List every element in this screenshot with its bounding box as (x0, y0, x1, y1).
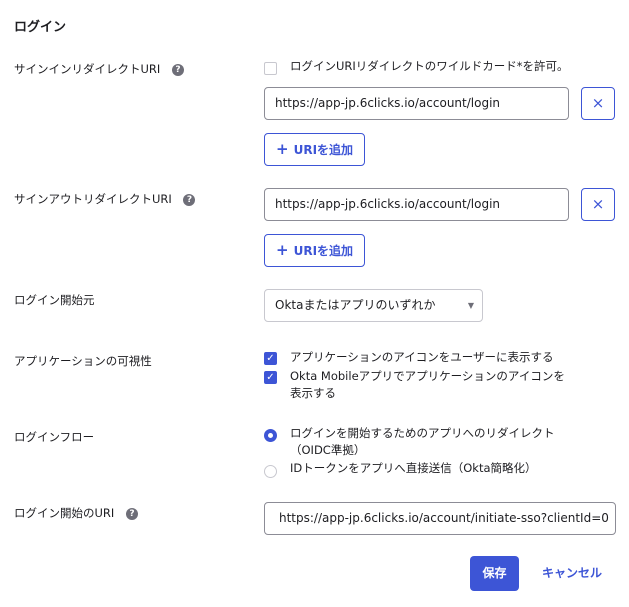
signin-add-uri-label: URIを追加 (293, 143, 354, 157)
plus-icon: + (276, 140, 289, 158)
chevron-down-icon: ▼ (467, 301, 474, 310)
signin-uri-remove-button[interactable]: × (581, 87, 615, 120)
close-icon: × (591, 195, 605, 213)
login-flow-redirect-line1: ログインを開始するためのアプリへのリダイレクト (290, 426, 555, 440)
signin-uri-input[interactable]: https://app-jp.6clicks.io/account/login (264, 87, 569, 120)
login-initiated-label: ログイン開始元 (14, 293, 95, 307)
login-flow-redirect-line2: （OIDC準拠） (290, 443, 366, 457)
visibility-show-icon-label: アプリケーションのアイコンをユーザーに表示する (290, 350, 554, 364)
visibility-show-icon-checkbox[interactable]: ✓ (264, 352, 277, 365)
app-visibility-label: アプリケーションの可視性 (14, 354, 152, 368)
cancel-button[interactable]: キャンセル (542, 556, 602, 591)
visibility-mobile-checkbox[interactable]: ✓ (264, 371, 277, 384)
login-initiated-select[interactable]: Oktaまたはアプリのいずれか ▼ (264, 289, 483, 322)
visibility-mobile-label-line1: Okta Mobileアプリでアプリケーションのアイコンを (290, 369, 565, 383)
signin-add-uri-button[interactable]: + URIを追加 (264, 133, 366, 166)
close-icon: × (591, 94, 605, 112)
initiate-login-uri-label-text: ログイン開始のURI (14, 506, 115, 520)
signin-redirect-label: サインインリダイレクトURI ? (14, 61, 184, 77)
signout-uri-input[interactable]: https://app-jp.6clicks.io/account/login (264, 188, 569, 221)
login-flow-direct-label: IDトークンをアプリへ直接送信（Okta簡略化） (290, 461, 537, 475)
login-flow-redirect-label: ログインを開始するためのアプリへのリダイレクト （OIDC準拠） (290, 425, 555, 459)
signout-add-uri-label: URIを追加 (293, 244, 354, 258)
help-icon[interactable]: ? (171, 64, 184, 76)
login-initiated-value: Oktaまたはアプリのいずれか (275, 298, 436, 312)
login-flow-redirect-radio[interactable] (264, 429, 277, 442)
login-flow-direct-radio[interactable] (264, 465, 277, 478)
save-button[interactable]: 保存 (470, 556, 519, 591)
visibility-mobile-label: Okta Mobileアプリでアプリケーションのアイコンを 表示する (290, 368, 565, 402)
help-icon[interactable]: ? (125, 508, 138, 520)
login-flow-label: ログインフロー (14, 430, 95, 444)
visibility-mobile-label-line2: 表示する (290, 386, 336, 400)
section-title: ログイン (14, 20, 67, 35)
wildcard-label: ログインURIリダイレクトのワイルドカード*を許可。 (290, 59, 569, 73)
wildcard-checkbox[interactable] (264, 62, 277, 75)
signout-redirect-label-text: サインアウトリダイレクトURI (14, 192, 172, 206)
signout-uri-remove-button[interactable]: × (581, 188, 615, 221)
signout-redirect-label: サインアウトリダイレクトURI ? (14, 191, 196, 207)
initiate-login-uri-input[interactable]: https://app-jp.6clicks.io/account/initia… (264, 502, 616, 535)
plus-icon: + (276, 241, 289, 259)
help-icon[interactable]: ? (183, 194, 196, 206)
initiate-login-uri-label: ログイン開始のURI ? (14, 505, 138, 521)
signin-redirect-label-text: サインインリダイレクトURI (14, 62, 161, 76)
signout-add-uri-button[interactable]: + URIを追加 (264, 234, 366, 267)
